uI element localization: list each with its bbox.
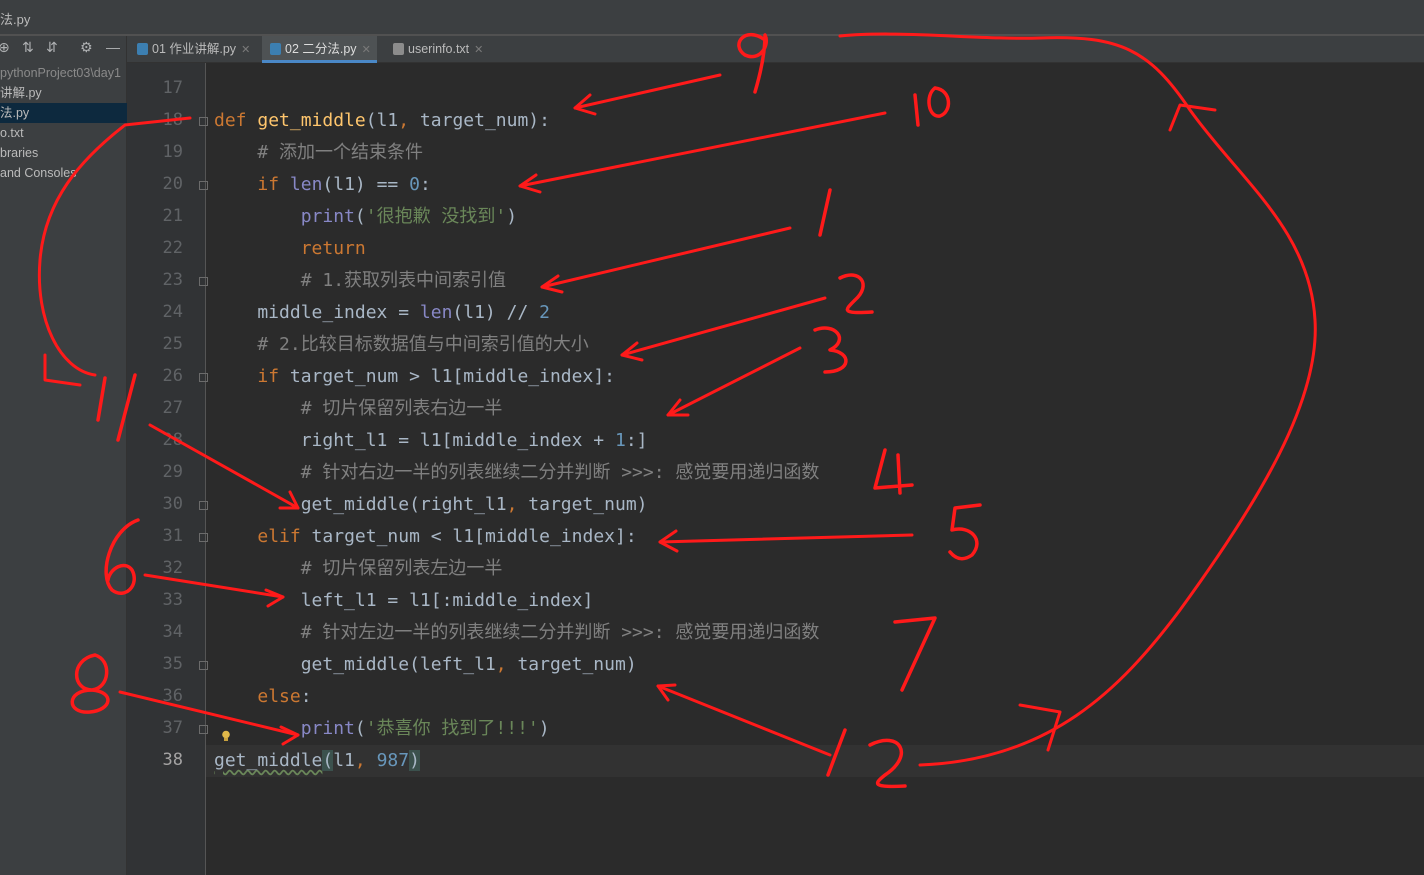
code-line[interactable]: def get_middle(l1, target_num): [214, 105, 819, 137]
python-file-icon [137, 43, 148, 55]
line-number: 37 [162, 718, 183, 738]
line-number: 18 [162, 110, 183, 130]
arrowhead [1018, 703, 1062, 752]
project-sidebar: ⊕ ⇅ ⇵ ⚙ — pythonProject03\day1 讲解.py 法.p… [0, 36, 127, 875]
expand-all-icon[interactable]: ⇅ [22, 39, 34, 56]
python-file-icon [270, 43, 281, 55]
sidebar-toolbar: ⊕ ⇅ ⇵ ⚙ — [0, 36, 127, 62]
collapse-all-icon[interactable]: ⇵ [46, 39, 58, 56]
line-number: 32 [162, 558, 183, 578]
tree-item-file[interactable]: o.txt [0, 123, 127, 143]
line-number: 20 [162, 174, 183, 194]
tree-item-libraries[interactable]: braries [0, 143, 127, 163]
code-line[interactable]: # 切片保留列表左边一半 [214, 553, 819, 585]
code-line[interactable]: # 针对右边一半的列表继续二分并判断 >>>: 感觉要用递归函数 [214, 457, 820, 489]
line-number: 23 [162, 270, 183, 290]
line-number: 36 [162, 686, 183, 706]
digit-0 [927, 86, 951, 118]
line-number: 38 [162, 750, 183, 770]
code-line[interactable] [214, 73, 819, 105]
digit-1 [818, 188, 832, 237]
tab-02-binary-search[interactable]: 02 二分法.py ✕ [262, 36, 377, 63]
editor-tab-bar: 01 作业讲解.py ✕ 02 二分法.py ✕ userinfo.txt ✕ [127, 36, 1424, 63]
tab-01-homework[interactable]: 01 作业讲解.py ✕ [137, 36, 250, 63]
close-icon[interactable]: ✕ [362, 44, 371, 56]
tab-label: 02 二分法.py [285, 42, 357, 56]
tab-label: 01 作业讲解.py [152, 42, 237, 56]
fold-marker[interactable] [199, 725, 208, 734]
code-line[interactable]: # 2.比较目标数据值与中间索引值的大小 [214, 329, 819, 361]
code-line[interactable]: else: [214, 681, 819, 713]
code-line[interactable]: return [214, 233, 819, 265]
minimize-icon[interactable]: — [106, 39, 120, 55]
fold-marker[interactable] [199, 277, 208, 286]
digit-2 [838, 273, 874, 315]
line-number: 19 [162, 142, 183, 162]
arrowhead [1168, 103, 1217, 132]
line-number: 25 [162, 334, 183, 354]
digit-1 [913, 93, 920, 127]
tree-item-consoles[interactable]: and Consoles [0, 163, 127, 183]
line-number: 26 [162, 366, 183, 386]
line-number: 34 [162, 622, 183, 642]
line-number: 31 [162, 526, 183, 546]
code-line[interactable]: # 切片保留列表右边一半 [214, 393, 819, 425]
tree-item-file-selected[interactable]: 法.py [0, 103, 127, 123]
code-line[interactable]: get_middle(right_l1, target_num) [214, 489, 819, 521]
digit-4 [873, 448, 914, 495]
title-bar: 法.py [0, 0, 1424, 36]
locate-icon[interactable]: ⊕ [0, 39, 10, 56]
digit-7 [893, 616, 937, 692]
gear-icon[interactable]: ⚙ [80, 39, 93, 56]
code-line[interactable]: middle_index = len(l1) // 2 [214, 297, 819, 329]
code-line[interactable]: left_l1 = l1[:middle_index] [214, 585, 819, 617]
digit-3 [813, 326, 848, 374]
line-number: 29 [162, 462, 183, 482]
tab-label: userinfo.txt [408, 42, 470, 56]
line-number: 30 [162, 494, 183, 514]
fold-marker[interactable] [199, 533, 208, 542]
code-line[interactable]: if len(l1) == 0: [214, 169, 819, 201]
code-line[interactable]: elif target_num < l1[middle_index]: [214, 521, 819, 553]
fold-marker[interactable] [199, 501, 208, 510]
line-number: 24 [162, 302, 183, 322]
fold-marker[interactable] [199, 117, 208, 126]
code-line[interactable]: right_l1 = l1[middle_index + 1:] [214, 425, 819, 457]
line-number: 17 [162, 78, 183, 98]
code-line[interactable]: get_middle(l1, 987) [214, 745, 819, 777]
line-number: 21 [162, 206, 183, 226]
tab-userinfo[interactable]: userinfo.txt ✕ [393, 36, 483, 63]
code-editor[interactable]: def get_middle(l1, target_num): # 添加一个结束… [214, 73, 819, 777]
digit-5 [948, 503, 982, 561]
code-line[interactable]: if target_num > l1[middle_index]: [214, 361, 819, 393]
text-file-icon [393, 43, 404, 55]
line-number: 27 [162, 398, 183, 418]
line-number: 22 [162, 238, 183, 258]
close-icon[interactable]: ✕ [241, 44, 250, 56]
line-number: 33 [162, 590, 183, 610]
tree-item-file[interactable]: 讲解.py [0, 83, 127, 103]
code-line[interactable]: get_middle(left_l1, target_num) [214, 649, 819, 681]
code-line[interactable]: print('恭喜你 找到了!!!') [214, 713, 819, 745]
close-icon[interactable]: ✕ [474, 44, 483, 56]
code-line[interactable]: print('很抱歉 没找到') [214, 201, 819, 233]
code-line[interactable]: # 1.获取列表中间索引值 [214, 265, 819, 297]
line-number: 28 [162, 430, 183, 450]
line-number: 35 [162, 654, 183, 674]
tree-item-project-path[interactable]: pythonProject03\day1 [0, 63, 127, 83]
loop-curve [838, 32, 1317, 767]
fold-marker[interactable] [199, 373, 208, 382]
fold-marker[interactable] [199, 661, 208, 670]
fold-marker[interactable] [199, 181, 208, 190]
code-line[interactable]: # 针对左边一半的列表继续二分并判断 >>>: 感觉要用递归函数 [214, 617, 820, 649]
code-line[interactable]: # 添加一个结束条件 [214, 137, 819, 169]
window-title: 法.py [0, 12, 31, 27]
